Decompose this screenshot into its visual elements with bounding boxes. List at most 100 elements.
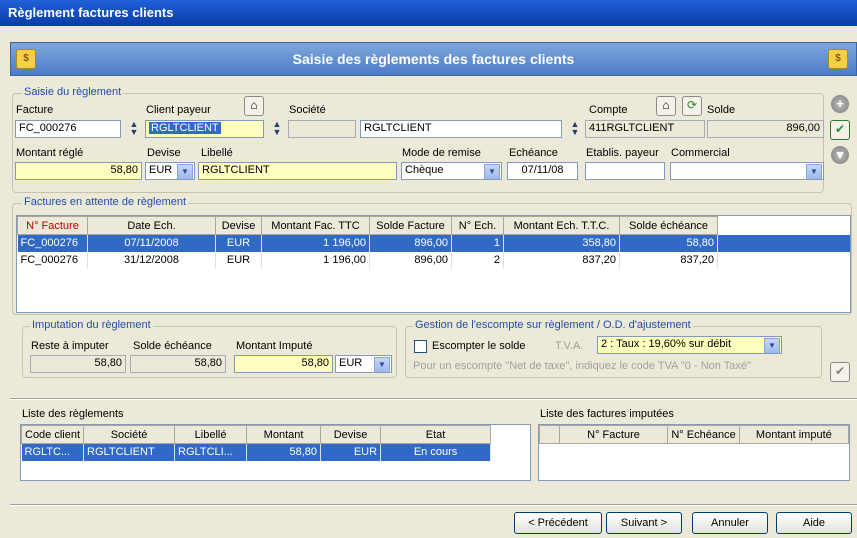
column-header[interactable]: Montant Fac. TTC [261, 216, 370, 235]
column-header[interactable]: N° Facture [558, 425, 669, 444]
table-cell: 58,80 [619, 234, 718, 252]
validate-check-icon[interactable]: ✔ [830, 362, 850, 382]
facture-spin-icon[interactable]: ▲ ▼ [127, 120, 141, 138]
cancel-button[interactable]: Annuler [692, 512, 768, 534]
montant-label: Montant réglé [16, 147, 84, 159]
table-cell: RGLTCLIENT [83, 443, 176, 461]
reglements-title: Liste des règlements [22, 408, 124, 420]
facture-label: Facture [16, 104, 54, 116]
escompte-group-label: Gestion de l'escompte sur règlement / O.… [413, 319, 693, 331]
help-button[interactable]: Aide [776, 512, 852, 534]
table-cell: En cours [380, 443, 492, 461]
imputees-title: Liste des factures imputées [540, 408, 674, 420]
montant-impute-label: Montant Imputé [236, 340, 313, 352]
table-cell: 896,00 [369, 234, 452, 252]
table-cell: 58,80 [246, 443, 322, 461]
coins-icon: $ [16, 49, 36, 69]
column-header[interactable]: Montant Ech. T.T.C. [503, 216, 620, 235]
etablis-label: Etablis. payeur [586, 147, 659, 159]
table-cell: 07/11/2008 [87, 234, 216, 252]
add-icon[interactable]: + [831, 95, 849, 113]
table-cell: FC_000276 [17, 234, 88, 252]
column-header[interactable]: Montant imputé [738, 425, 849, 444]
montant-field[interactable]: 58,80 [15, 162, 142, 180]
house-icon[interactable]: ⌂ [244, 96, 264, 116]
column-header[interactable]: Solde échéance [619, 216, 718, 235]
previous-button[interactable]: < Précédent [514, 512, 602, 534]
column-header[interactable]: Date Ech. [87, 216, 216, 235]
chevron-down-icon[interactable]: ▼ [806, 164, 822, 179]
commercial-select[interactable]: ▼ [670, 162, 824, 180]
table-cell: RGLTCLI... [174, 443, 248, 461]
table-cell [717, 234, 850, 252]
mode-select[interactable]: Chèque ▼ [401, 162, 502, 180]
column-header[interactable]: Montant [246, 425, 322, 444]
chevron-down-icon[interactable]: ▼ [177, 164, 193, 179]
client-value: RGLTCLIENT [149, 122, 221, 134]
table-row[interactable]: RGLTC... RGLTCLIENT RGLTCLI... 58,80 EUR… [21, 443, 492, 461]
column-header [539, 425, 560, 444]
column-header[interactable]: Devise [215, 216, 262, 235]
table-cell: 358,80 [503, 234, 620, 252]
factures-table[interactable]: N° Facture Date Ech. Devise Montant Fac.… [16, 215, 851, 313]
table-cell [717, 251, 850, 269]
table-cell: 1 196,00 [261, 251, 370, 269]
chevron-down-icon[interactable]: ▼ [484, 164, 500, 179]
echeance-label: Echéance [509, 147, 558, 159]
tva-select[interactable]: 2 : Taux : 19,60% sur débit ▼ [597, 336, 782, 354]
escompter-label: Escompter le solde [432, 340, 526, 352]
column-filler [717, 216, 850, 235]
escompter-checkbox[interactable] [414, 340, 427, 353]
arrow-down-icon[interactable]: ▾ [831, 146, 849, 164]
escompte-hint: Pour un escompte "Net de taxe", indiquez… [413, 360, 751, 372]
house-icon[interactable]: ⌂ [656, 96, 676, 116]
libelle-field[interactable]: RGLTCLIENT [198, 162, 397, 180]
next-button[interactable]: Suivant > [606, 512, 682, 534]
divider [10, 398, 857, 400]
mode-label: Mode de remise [402, 147, 481, 159]
saisie-group-label: Saisie du règlement [22, 86, 124, 98]
column-header[interactable]: Solde Facture [369, 216, 452, 235]
solde-label: Solde [707, 104, 736, 116]
reglements-table[interactable]: Code client Société Libellé Montant Devi… [20, 424, 531, 481]
devise-select[interactable]: EUR ▼ [145, 162, 195, 180]
table-row[interactable]: FC_000276 31/12/2008 EUR 1 196,00 896,00… [17, 251, 850, 269]
societe-code-field [288, 120, 356, 138]
validate-check-icon[interactable]: ✔ [830, 120, 850, 140]
mode-value: Chèque [405, 164, 444, 176]
client-spin-icon[interactable]: ▲ ▼ [270, 120, 284, 138]
column-header[interactable]: Etat [380, 425, 492, 444]
imputees-table[interactable]: N° Facture N° Echéance Montant imputé [538, 424, 850, 481]
societe-label: Société [289, 104, 326, 116]
facture-field[interactable]: FC_000276 [15, 120, 121, 138]
table-cell: EUR [320, 443, 382, 461]
column-header[interactable]: Libellé [174, 425, 248, 444]
chevron-down-icon[interactable]: ▼ [374, 357, 390, 372]
societe-field[interactable]: RGLTCLIENT [360, 120, 562, 138]
devise-impute-select[interactable]: EUR ▼ [335, 355, 392, 373]
tva-label: T.V.A. [555, 340, 584, 352]
table-cell: 31/12/2008 [87, 251, 216, 269]
etablis-field[interactable] [585, 162, 665, 180]
refresh-icon[interactable]: ⟳ [682, 96, 702, 116]
column-header[interactable]: Devise [320, 425, 382, 444]
table-cell: 837,20 [619, 251, 718, 269]
table-cell: 1 [451, 234, 504, 252]
column-header[interactable]: N° Ech. [451, 216, 504, 235]
montant-impute-field[interactable]: 58,80 [234, 355, 333, 373]
table-cell: 896,00 [369, 251, 452, 269]
echeance-field[interactable]: 07/11/08 [507, 162, 578, 180]
coins-icon: $ [828, 49, 848, 69]
compte-spin-icon[interactable]: ▲ ▼ [568, 120, 582, 138]
table-cell: FC_000276 [17, 251, 88, 269]
window-title: Règlement factures clients [0, 0, 857, 26]
table-row[interactable]: FC_000276 07/11/2008 EUR 1 196,00 896,00… [17, 234, 850, 252]
client-field[interactable]: RGLTCLIENT [145, 120, 264, 138]
column-header[interactable]: N° Echéance [667, 425, 740, 444]
column-header[interactable]: Société [83, 425, 176, 444]
chevron-down-icon[interactable]: ▼ [764, 338, 780, 353]
column-header[interactable]: Code client [21, 425, 85, 444]
tva-value: 2 : Taux : 19,60% sur débit [601, 338, 732, 350]
column-header[interactable]: N° Facture [17, 216, 88, 235]
libelle-label: Libellé [201, 147, 233, 159]
